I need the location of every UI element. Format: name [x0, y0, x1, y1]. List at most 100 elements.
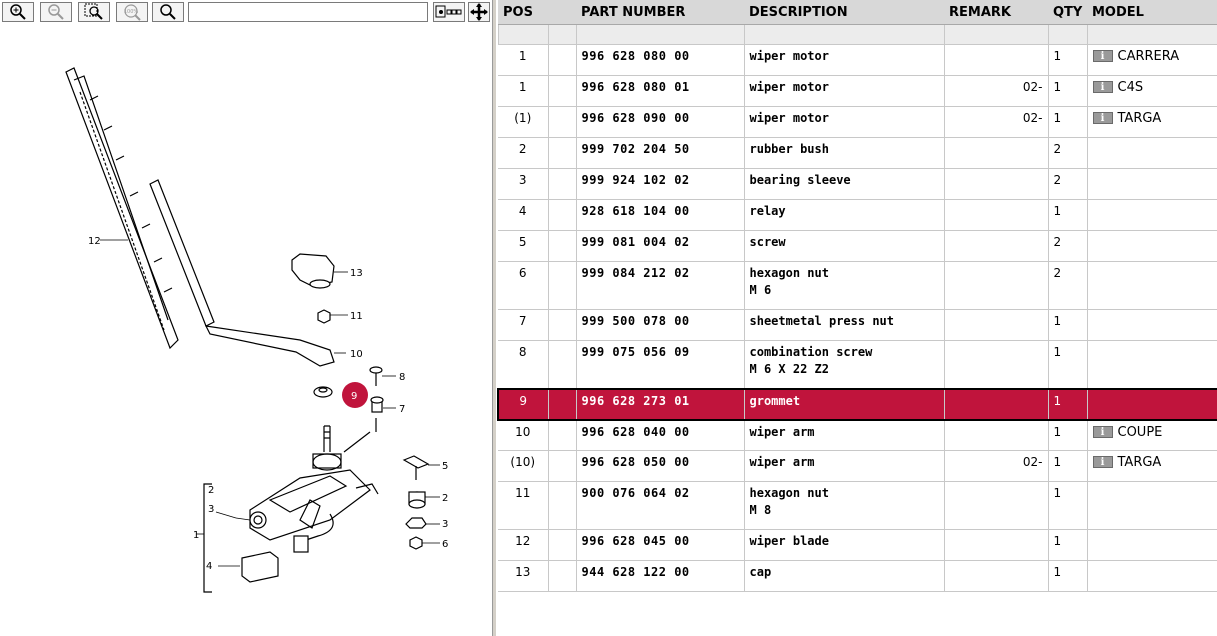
zoom-out-button[interactable]: [40, 2, 72, 22]
cell-remark: [943, 44, 1048, 76]
col-header-qty[interactable]: QTY: [1048, 0, 1087, 25]
info-icon[interactable]: i: [1092, 81, 1113, 93]
cell-remark: [943, 199, 1048, 231]
cell-blank: [547, 168, 576, 200]
col-header-part-number[interactable]: PART NUMBER: [576, 0, 744, 25]
cell-pos: 10: [498, 419, 548, 451]
table-row[interactable]: 4 928 618 104 00 relay 1: [498, 199, 1217, 231]
col-header-pos[interactable]: POS: [498, 0, 548, 25]
cell-blank: [547, 419, 576, 451]
search-input[interactable]: [188, 2, 428, 22]
cell-description: rubber bush: [743, 137, 944, 169]
description-line1: sheetmetal press nut: [749, 314, 895, 328]
cell-description: hexagon nut M 8: [743, 481, 944, 530]
cell-blank: [547, 261, 576, 310]
description-line1: wiper motor: [749, 111, 829, 125]
cell-blank: [547, 199, 576, 231]
description-line1: screw: [749, 235, 786, 249]
cell-model: i CARRERA: [1086, 44, 1217, 76]
table-row[interactable]: 3 999 924 102 02 bearing sleeve 2: [498, 168, 1217, 200]
table-row[interactable]: 10 996 628 040 00 wiper arm 1 i COUPE: [498, 419, 1217, 451]
cell-description: wiper arm: [743, 450, 944, 482]
cell-part-number: 996 628 040 00: [575, 419, 744, 451]
cell-remark: [943, 168, 1048, 200]
cell-description: relay: [743, 199, 944, 231]
callout-7: 7: [399, 404, 405, 415]
cell-description: hexagon nut M 6: [743, 261, 944, 310]
callout-5: 5: [442, 461, 448, 472]
callout-9-highlight[interactable]: 9: [342, 382, 368, 408]
exploded-parts-diagram: 12 13 11 10 8 9 7 5 2 3 6 2 3 1 4: [65, 67, 448, 593]
info-icon[interactable]: i: [1092, 112, 1113, 124]
col-header-remark[interactable]: REMARK: [944, 0, 1048, 25]
cell-remark: [943, 340, 1048, 389]
cell-model: [1086, 529, 1217, 561]
table-row[interactable]: 5 999 081 004 02 screw 2: [498, 230, 1217, 262]
info-icon[interactable]: i: [1092, 50, 1113, 62]
model-label: CARRERA: [1117, 49, 1180, 64]
table-row[interactable]: 11 900 076 064 02 hexagon nut M 8 1: [498, 481, 1217, 530]
cell-description: wiper motor: [743, 44, 944, 76]
fit-view-button[interactable]: [433, 2, 465, 22]
cell-model: [1086, 137, 1217, 169]
cell-pos: 9: [497, 387, 548, 421]
col-header-blank: [548, 0, 576, 25]
table-row[interactable]: 2 999 702 204 50 rubber bush 2: [498, 137, 1217, 169]
cell-description: cap: [743, 560, 944, 592]
cell-part-number: 999 084 212 02: [575, 261, 744, 310]
cell-model: i C4S: [1086, 75, 1217, 107]
cell-qty: 1: [1047, 419, 1087, 451]
cell-blank: [547, 450, 576, 482]
cell-qty: 1: [1047, 199, 1087, 231]
cell-remark: 02-: [943, 450, 1048, 482]
zoom-100-button[interactable]: 100%: [116, 2, 148, 22]
table-row[interactable]: 1 996 628 080 00 wiper motor 1 i CARRERA: [498, 44, 1217, 76]
cell-qty: 1: [1047, 75, 1087, 107]
info-icon[interactable]: i: [1092, 456, 1113, 468]
cell-description: wiper arm: [743, 419, 944, 451]
cell-remark: [943, 419, 1048, 451]
col-header-description[interactable]: DESCRIPTION: [744, 0, 944, 25]
table-row[interactable]: 1 996 628 080 01 wiper motor 02- 1 i C4S: [498, 75, 1217, 107]
cell-pos: (1): [498, 106, 548, 138]
table-row[interactable]: 9 996 628 273 01 grommet 1: [497, 387, 1217, 421]
table-row[interactable]: 8 999 075 056 09 combination screw M 6 X 22…: [498, 340, 1217, 389]
description-line1: grommet: [749, 393, 801, 408]
cell-remark: 02-: [943, 106, 1048, 138]
cell-part-number: 996 628 050 00: [575, 450, 744, 482]
table-row[interactable]: (10) 996 628 050 00 wiper arm 02- 1 i TARGA: [498, 450, 1217, 482]
search-button[interactable]: [152, 2, 184, 22]
description-line1: rubber bush: [749, 142, 829, 156]
cell-model: [1086, 309, 1217, 341]
col-header-model[interactable]: MODEL: [1087, 0, 1217, 25]
table-row[interactable]: 6 999 084 212 02 hexagon nut M 6 2: [498, 261, 1217, 310]
move-button[interactable]: [468, 2, 490, 22]
cell-part-number: 996 628 273 01: [575, 387, 744, 421]
cell-qty: 1: [1047, 44, 1087, 76]
zoom-100-icon: 100%: [124, 4, 141, 21]
table-row[interactable]: (1) 996 628 090 00 wiper motor 02- 1 i TARGA: [498, 106, 1217, 138]
cell-qty: 1: [1047, 340, 1087, 389]
cell-model: [1086, 481, 1217, 530]
cell-qty: 1: [1047, 450, 1087, 482]
table-row[interactable]: 13 944 628 122 00 cap 1: [498, 560, 1217, 592]
parts-list-pane: POS PART NUMBER DESCRIPTION REMARK QTY M…: [497, 0, 1217, 636]
table-row[interactable]: 12 996 628 045 00 wiper blade 1: [498, 529, 1217, 561]
zoom-in-icon: [10, 4, 26, 20]
cell-qty: 2: [1047, 168, 1087, 200]
search-icon: [160, 4, 176, 20]
zoom-in-button[interactable]: [2, 2, 34, 22]
description-line1: hexagon nut: [749, 266, 829, 280]
table-row[interactable]: 7 999 500 078 00 sheetmetal press nut 1: [498, 309, 1217, 341]
cell-description: wiper motor: [743, 75, 944, 107]
cell-pos: 8: [498, 340, 548, 389]
cell-qty: 1: [1047, 560, 1087, 592]
cell-pos: 5: [498, 230, 548, 262]
description-line1: wiper motor: [749, 49, 829, 63]
cell-pos: 1: [498, 44, 548, 76]
model-label: TARGA: [1117, 455, 1162, 470]
description-line1: bearing sleeve: [749, 173, 851, 187]
zoom-area-button[interactable]: [78, 2, 110, 22]
info-icon[interactable]: i: [1092, 425, 1113, 438]
table-header: POS PART NUMBER DESCRIPTION REMARK QTY M…: [498, 0, 1217, 25]
